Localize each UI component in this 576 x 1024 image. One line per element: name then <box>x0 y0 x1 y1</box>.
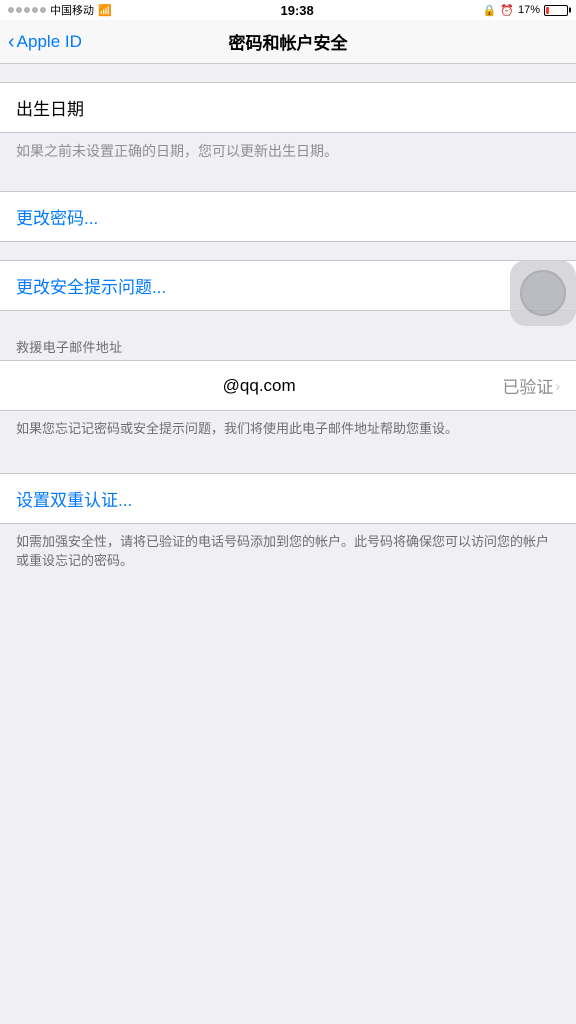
security-question-section: 更改安全提示问题... <box>0 260 576 311</box>
birthdate-row: 出生日期 <box>0 83 576 132</box>
birthdate-section: 出生日期 如果之前未设置正确的日期，您可以更新出生日期。 <box>0 82 576 173</box>
two-factor-footer: 如需加强安全性，请将已验证的电话号码添加到您的帐户。此号码将确保您可以访问您的帐… <box>0 524 576 587</box>
battery-icon <box>544 5 568 16</box>
signal-dot-2 <box>16 7 22 13</box>
status-right: 🔒 ⏰ 17% <box>483 4 568 17</box>
nav-bar: ‹ Apple ID 密码和帐户安全 <box>0 20 576 64</box>
signal-dot-5 <box>40 7 46 13</box>
status-time: 19:38 <box>281 3 314 18</box>
back-chevron-icon: ‹ <box>8 32 15 52</box>
status-bar: 中国移动 📶 19:38 🔒 ⏰ 17% <box>0 0 576 20</box>
two-factor-link[interactable]: 设置双重认证... <box>16 486 132 511</box>
wifi-icon: 📶 <box>98 4 112 17</box>
rescue-email-footer: 如果您忘记记密码或安全提示问题，我们将使用此电子邮件地址帮助您重设。 <box>0 411 576 455</box>
rescue-email-value: @qq.com <box>16 376 502 396</box>
main-content: 出生日期 如果之前未设置正确的日期，您可以更新出生日期。 更改密码... 更改安… <box>0 64 576 587</box>
battery-fill <box>546 7 549 14</box>
chevron-right-icon: › <box>555 378 560 394</box>
touch-id-circle <box>520 270 566 316</box>
verified-label: 已验证 <box>502 373 553 398</box>
security-question-link[interactable]: 更改安全提示问题... <box>16 273 166 298</box>
back-button[interactable]: ‹ Apple ID <box>8 32 82 52</box>
rescue-email-row[interactable]: @qq.com 已验证 › <box>0 361 576 410</box>
status-left: 中国移动 📶 <box>8 2 112 18</box>
security-question-card: 更改安全提示问题... <box>0 260 576 311</box>
birthdate-label: 出生日期 <box>16 95 84 120</box>
carrier-label: 中国移动 <box>50 2 94 18</box>
change-password-section: 更改密码... <box>0 191 576 242</box>
two-factor-row[interactable]: 设置双重认证... <box>0 474 576 523</box>
alarm-icon: ⏰ <box>500 4 514 17</box>
change-password-link[interactable]: 更改密码... <box>16 204 98 229</box>
rescue-email-verified-container: 已验证 › <box>502 373 560 398</box>
change-password-row[interactable]: 更改密码... <box>0 192 576 241</box>
page-title: 密码和帐户安全 <box>229 29 348 54</box>
rescue-email-section: 救援电子邮件地址 @qq.com 已验证 › 如果您忘记记密码或安全提示问题，我… <box>0 329 576 455</box>
signal-dot-1 <box>8 7 14 13</box>
battery-percent: 17% <box>518 4 540 16</box>
two-factor-card: 设置双重认证... <box>0 473 576 524</box>
signal-dot-4 <box>32 7 38 13</box>
touch-id-overlay <box>510 260 576 326</box>
signal-dots <box>8 7 46 13</box>
birthdate-desc: 如果之前未设置正确的日期，您可以更新出生日期。 <box>0 133 576 173</box>
rescue-email-card: @qq.com 已验证 › <box>0 360 576 411</box>
rescue-email-header: 救援电子邮件地址 <box>0 329 576 360</box>
security-question-row[interactable]: 更改安全提示问题... <box>0 261 576 310</box>
birthdate-card: 出生日期 <box>0 82 576 133</box>
two-factor-section: 设置双重认证... 如需加强安全性，请将已验证的电话号码添加到您的帐户。此号码将… <box>0 473 576 587</box>
change-password-card: 更改密码... <box>0 191 576 242</box>
back-label: Apple ID <box>17 32 82 52</box>
signal-dot-3 <box>24 7 30 13</box>
lock-icon: 🔒 <box>483 4 497 17</box>
